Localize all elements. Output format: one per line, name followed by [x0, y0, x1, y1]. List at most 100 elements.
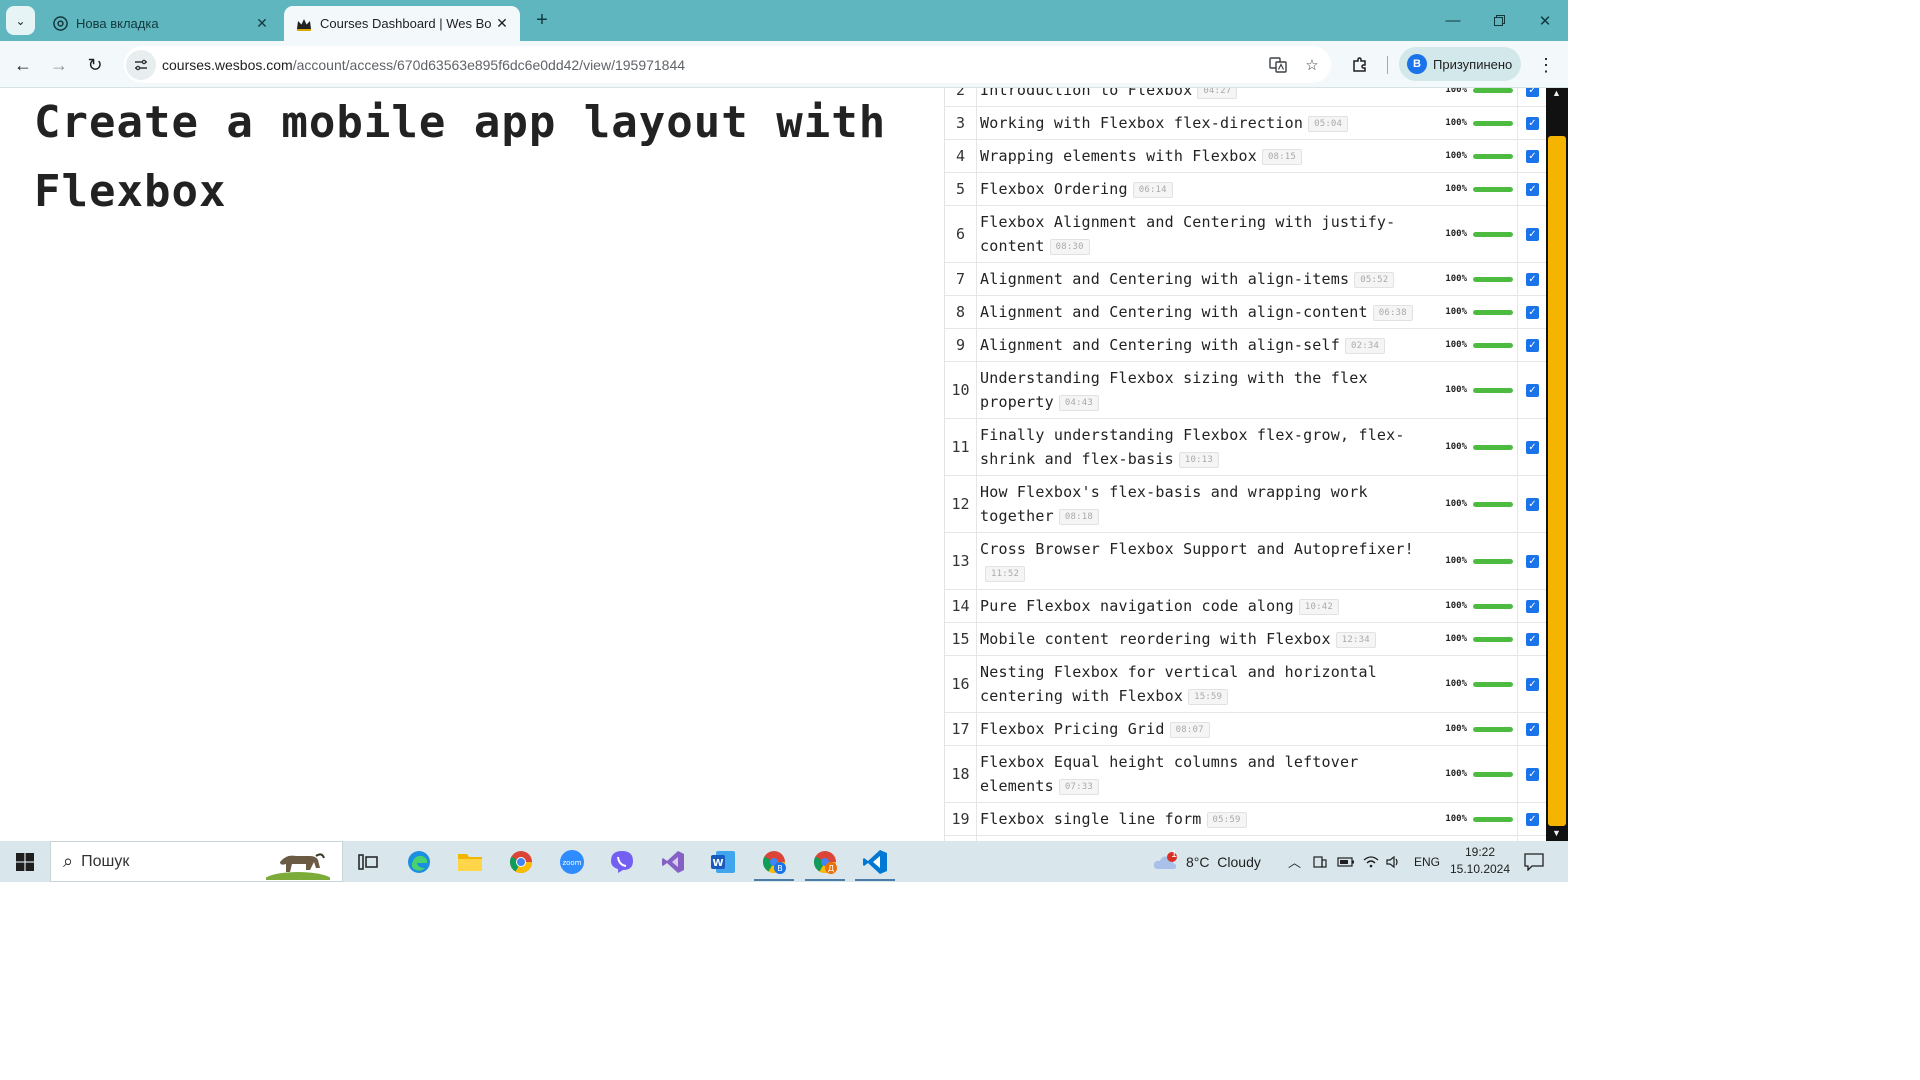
lesson-complete-checkbox[interactable]: ✓: [1517, 206, 1546, 262]
zoom-icon[interactable]: zoom: [548, 841, 596, 882]
address-bar[interactable]: courses.wesbos.com/account/access/670d63…: [124, 46, 1331, 83]
lesson-complete-checkbox[interactable]: ✓: [1517, 419, 1546, 475]
lesson-complete-checkbox[interactable]: ✓: [1517, 713, 1546, 745]
lesson-row[interactable]: 2 Introduction to Flexbox 04:27 100% ✓: [945, 88, 1546, 107]
reload-button[interactable]: ↻: [80, 50, 110, 80]
lesson-row[interactable]: 7 Alignment and Centering with align-item…: [945, 263, 1546, 296]
url-text[interactable]: courses.wesbos.com/account/access/670d63…: [162, 57, 1263, 73]
lesson-complete-checkbox[interactable]: ✓: [1517, 263, 1546, 295]
lesson-link[interactable]: Pure Flexbox navigation code along 10:42: [977, 590, 1439, 622]
lesson-complete-checkbox[interactable]: ✓: [1517, 533, 1546, 589]
lesson-complete-checkbox[interactable]: ✓: [1517, 140, 1546, 172]
lesson-link[interactable]: Working with Flexbox flex-direction 05:04: [977, 107, 1439, 139]
lesson-row[interactable]: 19 Flexbox single line form 05:59 100% ✓: [945, 803, 1546, 836]
back-button[interactable]: ←: [8, 50, 38, 80]
lesson-row[interactable]: 15 Mobile content reordering with Flexbox…: [945, 623, 1546, 656]
taskbar-search[interactable]: ⌕ Пошук: [50, 841, 343, 882]
taskbar-clock[interactable]: 19:22 15.10.2024: [1448, 844, 1512, 878]
lesson-link[interactable]: Understanding Flexbox sizing with the fl…: [977, 362, 1439, 418]
lesson-row[interactable]: 16 Nesting Flexbox for vertical and horiz…: [945, 656, 1546, 713]
lesson-link[interactable]: Flexbox Ordering 06:14: [977, 173, 1439, 205]
show-hidden-icons-button[interactable]: ︿: [1288, 841, 1301, 882]
page-scrollbar[interactable]: ▲ ▼: [1546, 88, 1568, 841]
lesson-row[interactable]: 17 Flexbox Pricing Grid 08:07 100% ✓: [945, 713, 1546, 746]
new-tab-button[interactable]: +: [530, 8, 554, 32]
lesson-link[interactable]: Flexbox Pricing Grid 08:07: [977, 713, 1439, 745]
chrome-profile-b-icon[interactable]: B: [750, 841, 798, 882]
lesson-link[interactable]: Alignment and Centering with align-conte…: [977, 296, 1439, 328]
lesson-link[interactable]: Alignment and Centering with align-self 0…: [977, 329, 1439, 361]
lesson-link[interactable]: Flexbox Equal height columns and leftove…: [977, 746, 1439, 802]
lesson-complete-checkbox[interactable]: ✓: [1517, 656, 1546, 712]
viber-icon[interactable]: [598, 841, 646, 882]
lesson-complete-checkbox[interactable]: ✓: [1517, 590, 1546, 622]
lesson-row[interactable]: 6 Flexbox Alignment and Centering with ju…: [945, 206, 1546, 263]
battery-icon[interactable]: [1337, 841, 1355, 882]
close-window-button[interactable]: ✕: [1522, 0, 1568, 41]
wifi-icon[interactable]: [1362, 841, 1380, 882]
lesson-link[interactable]: Alignment and Centering with align-items…: [977, 263, 1439, 295]
lesson-link[interactable]: Finally understanding Flexbox flex-grow,…: [977, 419, 1439, 475]
lesson-row[interactable]: 12 How Flexbox's flex-basis and wrapping …: [945, 476, 1546, 533]
tab-new-tab[interactable]: Нова вкладка ✕: [40, 6, 280, 41]
lesson-complete-checkbox[interactable]: ✓: [1517, 107, 1546, 139]
chrome-app-icon[interactable]: [497, 841, 545, 882]
tab-search-button[interactable]: ⌄: [6, 6, 35, 35]
extensions-icon[interactable]: [1346, 51, 1374, 79]
tray-device-icon[interactable]: [1312, 841, 1328, 882]
translate-icon[interactable]: [1263, 50, 1293, 80]
task-view-button[interactable]: [344, 841, 392, 882]
lesson-link[interactable]: Nesting Flexbox for vertical and horizon…: [977, 656, 1439, 712]
lesson-complete-checkbox[interactable]: ✓: [1517, 329, 1546, 361]
file-explorer-icon[interactable]: [446, 841, 494, 882]
lesson-row[interactable]: 3 Working with Flexbox flex-direction 05:0…: [945, 107, 1546, 140]
lesson-complete-checkbox[interactable]: ✓: [1517, 88, 1546, 106]
lesson-link[interactable]: Flexbox Alignment and Centering with jus…: [977, 206, 1439, 262]
bookmark-star-icon[interactable]: ☆: [1297, 50, 1327, 80]
lesson-complete-checkbox[interactable]: ✓: [1517, 173, 1546, 205]
scroll-down-icon[interactable]: ▼: [1552, 828, 1561, 838]
lesson-row[interactable]: 4 Wrapping elements with Flexbox 08:15 100%…: [945, 140, 1546, 173]
lesson-complete-checkbox[interactable]: ✓: [1517, 362, 1546, 418]
weather-widget[interactable]: 1 8°C Cloudy: [1152, 841, 1261, 882]
lesson-row[interactable]: 14 Pure Flexbox navigation code along 10:4…: [945, 590, 1546, 623]
edge-icon[interactable]: [395, 841, 443, 882]
lesson-link[interactable]: Cross Browser Flexbox Support and Autopr…: [977, 533, 1439, 589]
lesson-row[interactable]: 8 Alignment and Centering with align-cont…: [945, 296, 1546, 329]
lesson-link[interactable]: Wrapping elements with Flexbox 08:15: [977, 140, 1439, 172]
visual-studio-icon[interactable]: [649, 841, 697, 882]
lesson-complete-checkbox[interactable]: ✓: [1517, 746, 1546, 802]
close-tab-icon[interactable]: ✕: [252, 15, 272, 32]
lesson-complete-checkbox[interactable]: ✓: [1517, 623, 1546, 655]
volume-icon[interactable]: [1386, 841, 1402, 882]
minimize-button[interactable]: —: [1430, 0, 1476, 41]
lesson-row[interactable]: 10 Understanding Flexbox sizing with the …: [945, 362, 1546, 419]
lesson-link[interactable]: Mobile content reordering with Flexbox 12…: [977, 623, 1439, 655]
lesson-complete-checkbox[interactable]: ✓: [1517, 476, 1546, 532]
word-icon[interactable]: W: [699, 841, 747, 882]
scrollbar-thumb[interactable]: [1548, 136, 1566, 826]
notifications-icon[interactable]: [1524, 841, 1544, 882]
close-tab-icon[interactable]: ✕: [492, 15, 512, 32]
more-menu-icon[interactable]: ⋮: [1532, 51, 1560, 79]
vscode-icon[interactable]: [851, 841, 899, 882]
lesson-row[interactable]: 5 Flexbox Ordering 06:14 100% ✓: [945, 173, 1546, 206]
profile-button[interactable]: B Призупинено: [1399, 47, 1521, 81]
tab-courses-dashboard[interactable]: Courses Dashboard | Wes Bos ✕: [284, 6, 520, 41]
lesson-row[interactable]: 18 Flexbox Equal height columns and lefto…: [945, 746, 1546, 803]
lesson-link[interactable]: Introduction to Flexbox 04:27: [977, 88, 1439, 106]
lesson-row[interactable]: 13 Cross Browser Flexbox Support and Auto…: [945, 533, 1546, 590]
chrome-profile-d-icon[interactable]: Д: [801, 841, 849, 882]
lesson-link[interactable]: How Flexbox's flex-basis and wrapping wo…: [977, 476, 1439, 532]
lesson-complete-checkbox[interactable]: ✓: [1517, 296, 1546, 328]
scroll-up-icon[interactable]: ▲: [1552, 88, 1561, 98]
site-info-icon[interactable]: [126, 49, 156, 80]
start-button[interactable]: [0, 841, 50, 882]
forward-button[interactable]: →: [44, 50, 74, 80]
lesson-complete-checkbox[interactable]: ✓: [1517, 803, 1546, 835]
lesson-row[interactable]: 11 Finally understanding Flexbox flex-gro…: [945, 419, 1546, 476]
lesson-row[interactable]: 9 Alignment and Centering with align-self…: [945, 329, 1546, 362]
restore-button[interactable]: [1476, 0, 1522, 41]
input-language[interactable]: ENG: [1414, 841, 1440, 882]
lesson-link[interactable]: Flexbox single line form 05:59: [977, 803, 1439, 835]
